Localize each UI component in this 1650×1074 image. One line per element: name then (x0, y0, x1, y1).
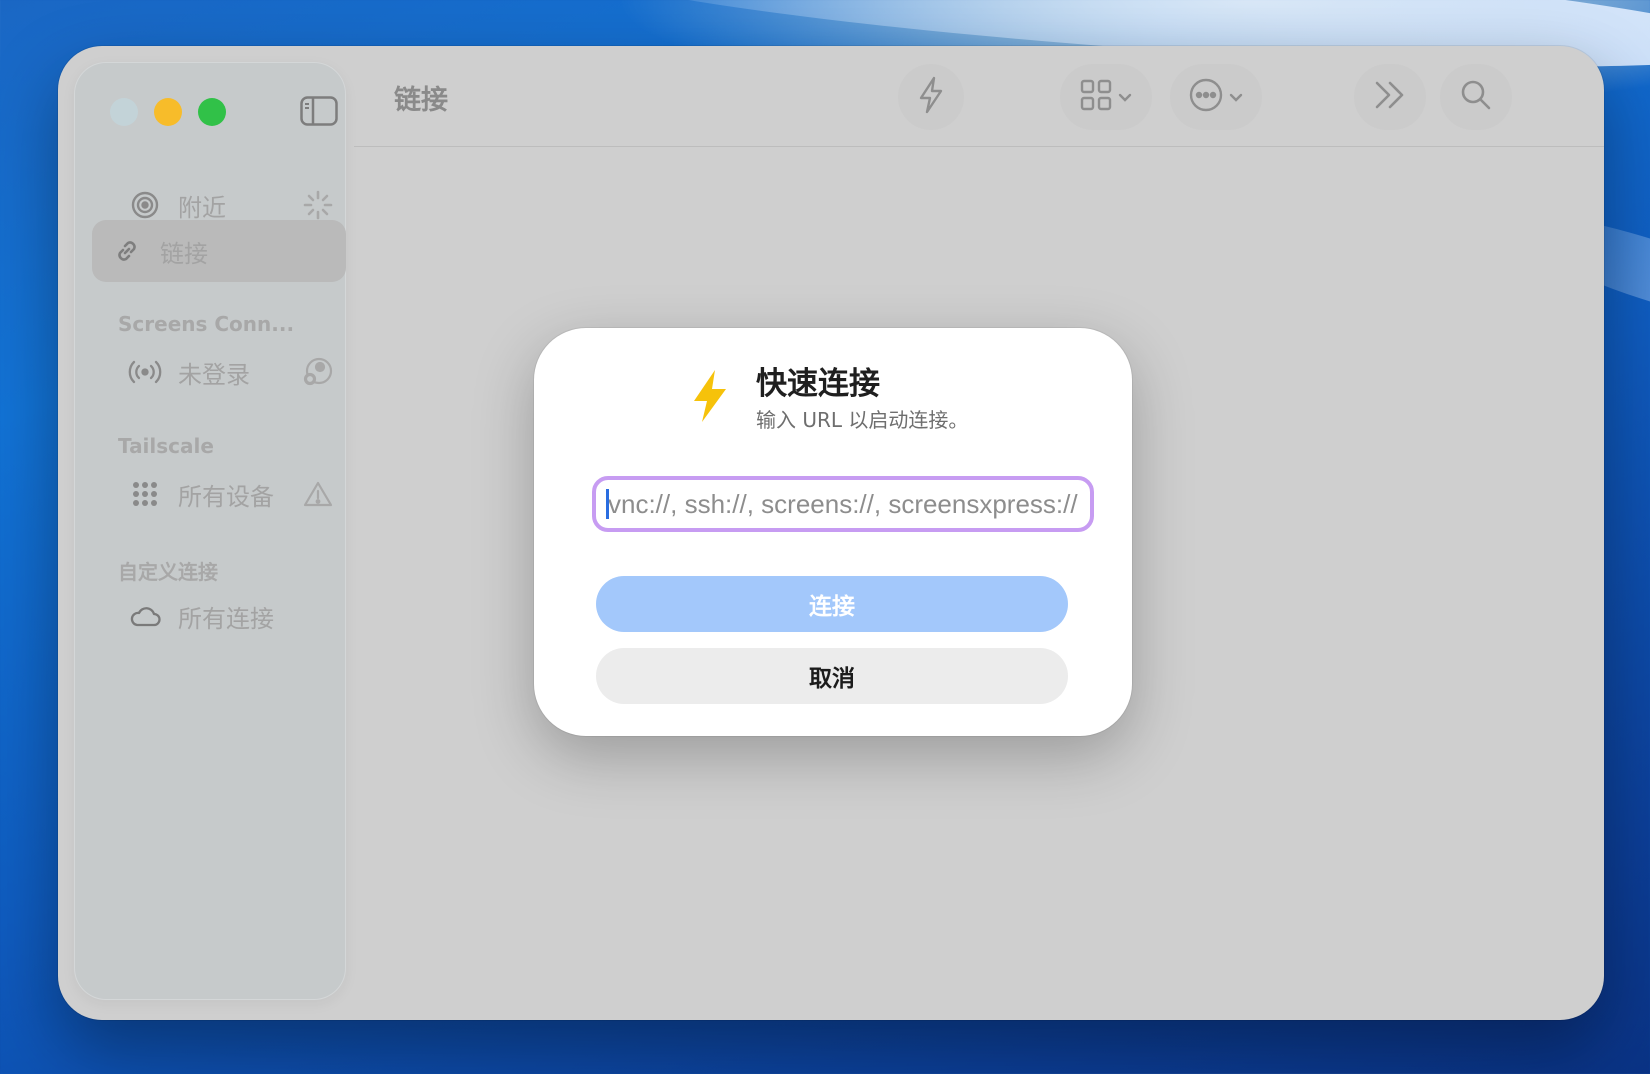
more-actions-button[interactable] (1170, 64, 1262, 130)
bolt-icon (917, 76, 945, 118)
chevron-down-icon (1229, 88, 1243, 107)
toolbar-divider (354, 146, 1604, 147)
dots-grid-icon (128, 477, 162, 511)
section-header-tailscale: Tailscale (118, 434, 214, 458)
connect-button[interactable]: 连接 (596, 576, 1068, 632)
sidebar-item-label: 附近 (178, 193, 226, 222)
sidebar-item-label: 未登录 (178, 360, 250, 389)
warning-icon (302, 478, 334, 510)
sidebar-item-label: 所有连接 (178, 604, 274, 633)
bolt-icon (688, 368, 732, 424)
double-chevron-right-icon (1373, 80, 1407, 114)
section-header-screens-connect: Screens Conn... (118, 312, 295, 336)
toolbar-overflow-button[interactable] (1354, 64, 1426, 130)
grid-icon (1080, 79, 1112, 115)
cancel-button[interactable]: 取消 (596, 648, 1068, 704)
page-title: 链接 (394, 85, 448, 116)
link-icon (110, 234, 144, 268)
quick-connect-dialog: 快速连接 输入 URL 以启动连接。 连接 取消 (534, 328, 1132, 736)
sidebar-item-links[interactable]: 链接 (92, 220, 346, 282)
cloud-icon (128, 599, 162, 633)
sidebar-item-label: 所有设备 (178, 482, 274, 511)
close-window-button[interactable] (110, 98, 138, 126)
sidebar-item-label: 链接 (160, 239, 208, 268)
sidebar-item-all-devices[interactable]: 所有设备 (110, 463, 346, 525)
section-header-custom-connections: 自定义连接 (118, 560, 218, 584)
nearby-radar-icon (128, 188, 162, 222)
sidebar: 附近 链接 Screens Conn... 未登录 Tailscale 所有设备… (74, 62, 346, 1000)
url-input[interactable] (592, 476, 1094, 532)
chevron-down-icon (1118, 88, 1132, 107)
quick-connect-button[interactable] (898, 64, 964, 130)
dialog-subtitle: 输入 URL 以启动连接。 (756, 408, 969, 432)
broadcast-icon (128, 355, 162, 389)
spinner-icon (302, 189, 334, 221)
ellipsis-circle-icon (1189, 78, 1223, 116)
search-button[interactable] (1440, 64, 1512, 130)
account-icon[interactable] (302, 356, 334, 388)
zoom-window-button[interactable] (198, 98, 226, 126)
view-mode-button[interactable] (1060, 64, 1152, 130)
minimize-window-button[interactable] (154, 98, 182, 126)
sidebar-toggle-icon[interactable] (300, 96, 338, 126)
text-caret (606, 489, 609, 519)
search-icon (1460, 79, 1492, 115)
sidebar-item-not-logged-in[interactable]: 未登录 (110, 341, 346, 403)
sidebar-item-all-connections[interactable]: 所有连接 (110, 585, 346, 647)
dialog-title: 快速连接 (756, 366, 880, 402)
